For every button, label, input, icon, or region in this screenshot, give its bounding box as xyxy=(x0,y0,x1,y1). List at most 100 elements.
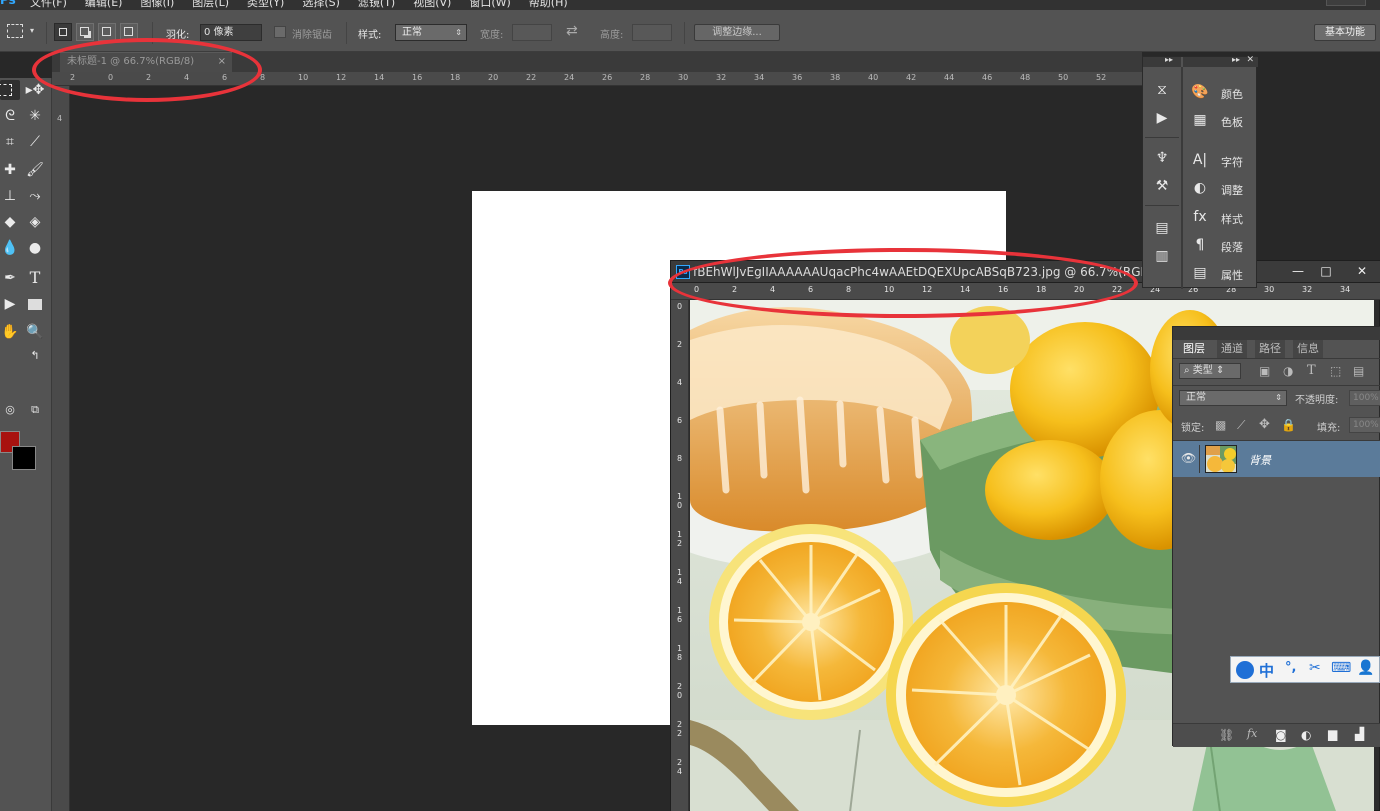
refine-edge-button[interactable]: 调整边缘... xyxy=(694,24,780,41)
close-window-button[interactable]: ✕ xyxy=(1349,263,1375,280)
ime-punctuation-toggle[interactable]: °, xyxy=(1285,660,1296,675)
menu-item[interactable]: 文件(F) xyxy=(30,0,67,10)
style-select[interactable]: 正常 ⇕ xyxy=(395,24,467,41)
panel-button-paragraph[interactable]: ¶ 段落 xyxy=(1183,234,1258,258)
close-icon[interactable]: ✕ xyxy=(1246,55,1254,65)
collapse-icon[interactable]: ▸▸ xyxy=(1165,55,1173,64)
lock-position-icon[interactable]: ✥ xyxy=(1259,417,1270,432)
lock-all-icon[interactable]: 🔒 xyxy=(1281,418,1296,432)
layer-name[interactable]: 背景 xyxy=(1249,452,1271,468)
panel-button-character[interactable]: A| 字符 xyxy=(1183,149,1258,173)
brush-tool-icon[interactable]: 🖌 xyxy=(25,160,45,180)
new-layer-icon[interactable]: ▟ xyxy=(1355,727,1364,741)
panel-button-palette[interactable]: 🎨 颜色 xyxy=(1183,81,1258,105)
filter-type-icon[interactable]: T xyxy=(1307,363,1316,378)
menu-item[interactable]: 图层(L) xyxy=(192,0,229,10)
swap-dimensions-icon[interactable]: ⇄ xyxy=(566,23,578,39)
eraser-tool-icon[interactable]: ◆ xyxy=(0,212,20,232)
menu-item[interactable]: 滤镜(T) xyxy=(358,0,395,10)
fill-input[interactable]: 100% xyxy=(1349,417,1380,433)
tab-paths[interactable]: 路径 xyxy=(1255,340,1285,358)
tab-channels[interactable]: 通道 xyxy=(1217,340,1247,358)
dock-header[interactable]: ▸▸ xyxy=(1143,55,1181,67)
dock-header[interactable]: ▸▸ ✕ xyxy=(1183,55,1258,67)
rectangle-tool-icon[interactable] xyxy=(25,294,45,314)
filter-smart-object-icon[interactable]: ▤ xyxy=(1353,364,1364,378)
width-input[interactable] xyxy=(512,24,552,41)
add-mask-icon[interactable]: ◙ xyxy=(1275,728,1287,742)
menu-item[interactable]: 图像(I) xyxy=(140,0,174,10)
swap-colors-icon[interactable]: ↰ xyxy=(25,346,45,366)
type-tool-icon[interactable]: T xyxy=(25,268,45,288)
filter-pixel-icon[interactable]: ▣ xyxy=(1259,364,1270,378)
brush-presets-icon[interactable]: ♆ xyxy=(1151,147,1173,169)
tab-info[interactable]: 信息 xyxy=(1293,340,1323,358)
ime-scissors-icon[interactable]: ✂ xyxy=(1309,660,1321,676)
collapse-icon[interactable]: ▸▸ xyxy=(1232,55,1240,64)
screen-mode-icon[interactable]: ⧉ xyxy=(25,400,45,420)
magic-wand-tool-icon[interactable]: ✳ xyxy=(25,106,45,126)
panel-button-adjustments[interactable]: ◐ 调整 xyxy=(1183,177,1258,201)
lock-transparent-icon[interactable]: ▩ xyxy=(1215,418,1226,432)
layers-panel-header[interactable] xyxy=(1173,327,1380,340)
ime-user-icon[interactable]: 👤 xyxy=(1357,660,1374,676)
menu-item[interactable]: 窗口(W) xyxy=(469,0,510,10)
background-color-swatch[interactable] xyxy=(12,446,36,470)
window-control-button[interactable] xyxy=(1326,0,1366,6)
new-selection-button[interactable] xyxy=(54,23,72,41)
tool-presets-icon[interactable]: ⚒ xyxy=(1151,175,1173,197)
layer-row[interactable]: 👁 背景 xyxy=(1173,441,1380,477)
blur-tool-icon[interactable]: 💧 xyxy=(0,238,20,258)
antialias-checkbox[interactable] xyxy=(274,26,286,38)
notes-icon[interactable]: ▤ xyxy=(1151,217,1173,239)
dodge-tool-icon[interactable]: ● xyxy=(25,238,45,258)
add-selection-button[interactable] xyxy=(76,23,94,41)
comments-icon[interactable]: ▥ xyxy=(1151,245,1173,267)
hand-tool-icon[interactable]: ✋ xyxy=(0,322,20,342)
menu-item[interactable]: 编辑(E) xyxy=(85,0,123,10)
height-input[interactable] xyxy=(632,24,672,41)
opacity-input[interactable]: 100% xyxy=(1349,390,1380,406)
marquee-tool-preset-icon[interactable] xyxy=(7,24,23,38)
workspace-select[interactable]: 基本功能 xyxy=(1314,24,1376,41)
panel-button-styles[interactable]: fx 样式 xyxy=(1183,206,1258,230)
actions-play-icon[interactable]: ▶ xyxy=(1151,107,1173,129)
feather-input[interactable]: 0 像素 xyxy=(200,24,262,41)
healing-brush-tool-icon[interactable]: ✚ xyxy=(0,160,20,180)
maximize-button[interactable]: □ xyxy=(1313,263,1339,280)
link-layers-icon[interactable]: ⛓ xyxy=(1219,728,1234,742)
clone-stamp-tool-icon[interactable]: ⊥ xyxy=(0,186,20,206)
lock-image-icon[interactable]: ⟋ xyxy=(1237,418,1245,433)
lasso-tool-icon[interactable]: ᘓ xyxy=(0,106,20,126)
panel-button-swatches[interactable]: ▦ 色板 xyxy=(1183,109,1258,133)
crop-tool-icon[interactable]: ⌗ xyxy=(0,132,20,152)
ime-language-toggle[interactable]: 中 xyxy=(1259,660,1274,681)
rect-marquee-tool-icon[interactable] xyxy=(0,80,20,100)
new-group-folder-icon[interactable]: ▆ xyxy=(1328,727,1337,741)
history-icon[interactable]: ⧖ xyxy=(1151,79,1173,101)
blend-mode-select[interactable]: 正常 ⇕ xyxy=(1179,390,1287,406)
pen-tool-icon[interactable]: ✒ xyxy=(0,268,20,288)
menu-item[interactable]: 视图(V) xyxy=(413,0,451,10)
path-selection-tool-icon[interactable]: ▶ xyxy=(0,294,20,314)
panel-button-properties[interactable]: ▤ 属性 xyxy=(1183,262,1258,286)
tab-layers[interactable]: 图层 xyxy=(1179,340,1209,358)
chevron-down-icon[interactable]: ▾ xyxy=(30,26,34,35)
eyedropper-tool-icon[interactable]: ⟋ xyxy=(25,132,45,152)
layer-style-fx-icon[interactable]: fx xyxy=(1247,727,1257,740)
ime-logo-icon[interactable] xyxy=(1236,661,1254,679)
paint-bucket-tool-icon[interactable]: ◈ xyxy=(25,212,45,232)
layer-filter-select[interactable]: ⌕ 类型 ⇕ xyxy=(1179,363,1241,379)
adjustment-layer-icon[interactable]: ◐ xyxy=(1301,728,1311,742)
quick-mask-icon[interactable]: ◎ xyxy=(0,400,20,420)
zoom-tool-icon[interactable]: 🔍 xyxy=(25,322,45,342)
menu-item[interactable]: 类型(Y) xyxy=(247,0,284,10)
minimize-button[interactable]: — xyxy=(1285,263,1311,280)
ime-keyboard-icon[interactable]: ⌨ xyxy=(1331,660,1351,676)
history-brush-tool-icon[interactable]: ⤳ xyxy=(25,186,45,206)
visibility-eye-icon[interactable]: 👁 xyxy=(1181,451,1196,465)
filter-adjustment-icon[interactable]: ◑ xyxy=(1283,364,1293,378)
subtract-selection-button[interactable] xyxy=(98,23,116,41)
menu-item[interactable]: 选择(S) xyxy=(302,0,340,10)
menu-item[interactable]: 帮助(H) xyxy=(529,0,568,10)
